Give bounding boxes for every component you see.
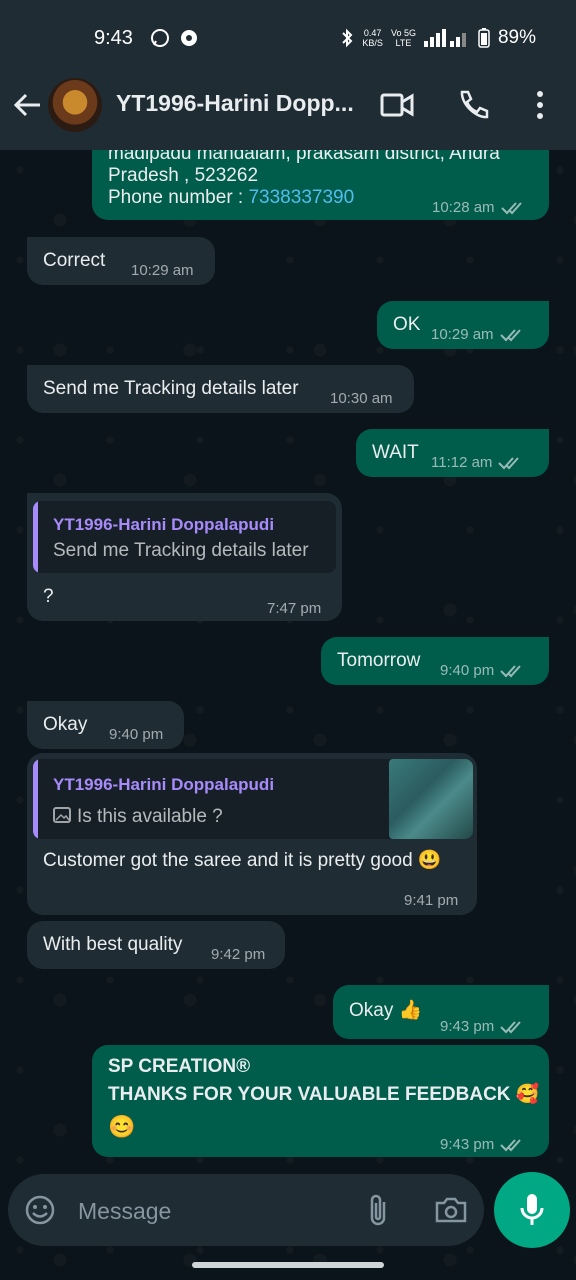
double-check-icon (500, 1021, 521, 1034)
message-text: Customer got the saree and it is pretty … (43, 850, 442, 871)
message-text: ? (43, 586, 54, 607)
emoji-icon[interactable] (24, 1194, 56, 1226)
message-bubble-incoming[interactable]: YT1996-Harini Doppalapudi Is this availa… (27, 753, 477, 915)
message-time: 9:40 pm (440, 662, 495, 679)
whatsapp-icon (151, 28, 169, 47)
status-bar: 9:43 0.47 KB/S Vo 5G LTE 89% (0, 0, 576, 76)
message-bubble-outgoing[interactable]: WAIT 11:12 am (356, 429, 549, 477)
message-time: 10:28 am (432, 199, 495, 216)
message-text: Correct (43, 250, 106, 271)
message-text: Phone number : 7338337390 (108, 187, 355, 208)
quote-bar (33, 759, 38, 839)
message-meta: 9:43 pm (440, 1133, 526, 1157)
message-time: 9:40 pm (109, 726, 164, 743)
message-time: 11:12 am (431, 454, 493, 471)
message-time: 9:42 pm (211, 946, 266, 963)
quote-text: Is this available ? (77, 806, 223, 827)
message-text: Send me Tracking details later (43, 378, 299, 399)
double-check-icon (498, 457, 520, 470)
message-time: 7:47 pm (267, 600, 322, 617)
message-bubble-outgoing[interactable]: OK 10:29 am (377, 301, 549, 349)
message-meta: 9:43 pm (440, 1015, 526, 1039)
message-text: Okay (43, 714, 88, 735)
message-bubble-incoming[interactable]: Send me Tracking details later 10:30 am (27, 365, 414, 413)
more-options-icon[interactable] (532, 90, 548, 120)
quote-author: YT1996-Harini Doppalapudi (53, 775, 275, 794)
signal-icon (423, 29, 466, 47)
message-time: 10:29 am (431, 326, 494, 343)
paperclip-icon[interactable] (364, 1192, 392, 1228)
message-meta: 10:29 am (431, 323, 526, 347)
data-speed: 0.47 KB/S (362, 28, 383, 48)
contact-name[interactable]: YT1996-Harini Dopp... (116, 90, 366, 117)
quoted-message[interactable]: YT1996-Harini Doppalapudi Send me Tracki… (33, 501, 336, 573)
message-composer (8, 1174, 484, 1246)
message-bubble-outgoing[interactable]: Okay 👍 9:43 pm (333, 985, 549, 1039)
saree-thumbnail (389, 759, 473, 839)
battery-icon (478, 28, 490, 48)
photo-icon (53, 807, 71, 823)
double-check-icon (500, 665, 521, 678)
contact-avatar[interactable] (48, 78, 102, 132)
message-text: WAIT (372, 442, 419, 463)
message-text: Pradesh , 523262 (108, 165, 259, 186)
quote-text: Send me Tracking details later (53, 540, 309, 561)
bluetooth-icon (342, 28, 353, 48)
chat-header-front: YT1996-Harini Dopp... (0, 76, 576, 150)
message-bubble-outgoing[interactable]: Tomorrow 9:40 pm (321, 637, 549, 685)
notification-icons (150, 27, 199, 49)
network-type: Vo 5G LTE (390, 28, 416, 48)
message-time: 10:30 am (330, 390, 393, 407)
camera-icon[interactable] (434, 1196, 468, 1224)
status-time: 9:43 (94, 27, 133, 49)
message-bubble-incoming[interactable]: YT1996-Harini Doppalapudi Send me Tracki… (27, 493, 342, 621)
double-check-icon (500, 1139, 521, 1152)
message-text: OK (393, 314, 421, 335)
microphone-button[interactable] (494, 1172, 570, 1248)
status-indicators: 0.47 KB/S Vo 5G LTE 89% (340, 27, 536, 49)
message-input[interactable] (76, 1192, 340, 1230)
back-arrow-icon[interactable] (10, 88, 44, 122)
message-time: 10:29 am (131, 262, 194, 279)
phone-link[interactable]: 7338337390 (248, 187, 354, 208)
message-time: 9:43 pm (440, 1018, 495, 1035)
message-meta: 9:40 pm (440, 659, 526, 683)
message-bubble-incoming[interactable]: Correct 10:29 am (27, 237, 215, 285)
message-meta: 11:12 am (431, 451, 524, 475)
chrome-icon (181, 29, 198, 46)
quoted-message[interactable]: YT1996-Harini Doppalapudi Is this availa… (33, 759, 473, 839)
message-text: Okay 👍 (349, 1000, 423, 1021)
battery-level: 89% (497, 27, 536, 48)
double-check-icon (499, 329, 521, 342)
message-time: 9:43 pm (440, 1136, 495, 1153)
quote-author: YT1996-Harini Doppalapudi (53, 515, 275, 534)
message-bubble-outgoing[interactable]: SP CREATION® THANKS FOR YOUR VALUABLE FE… (92, 1045, 549, 1157)
message-text: THANKS FOR YOUR VALUABLE FEEDBACK 🥰 (108, 1084, 540, 1105)
message-meta: 10:28 am (432, 196, 527, 220)
video-call-icon[interactable] (380, 90, 414, 120)
message-bubble-incoming[interactable]: With best quality 9:42 pm (27, 921, 285, 969)
double-check-icon (500, 202, 522, 215)
message-text: 😊 (108, 1114, 136, 1139)
microphone-icon (520, 1194, 544, 1225)
message-text: With best quality (43, 934, 183, 955)
message-text: Tomorrow (337, 650, 421, 671)
message-time: 9:41 pm (404, 892, 459, 909)
quote-bar (33, 501, 38, 573)
message-bubble-incoming[interactable]: Okay 9:40 pm (27, 701, 184, 749)
home-indicator[interactable] (192, 1262, 384, 1268)
message-text: SP CREATION® (108, 1056, 251, 1077)
voice-call-icon[interactable] (456, 88, 490, 122)
